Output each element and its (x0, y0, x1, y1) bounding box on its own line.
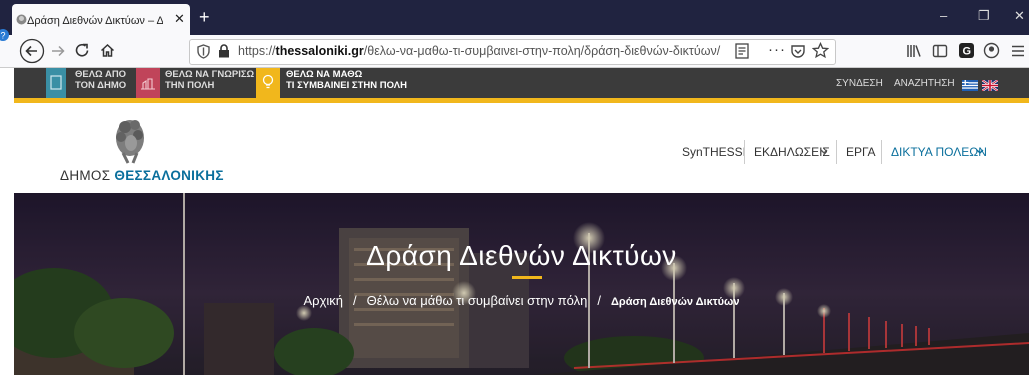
bookmark-star-icon[interactable] (812, 42, 829, 59)
uk-flag-icon[interactable] (982, 80, 998, 91)
menu-divider (881, 140, 882, 164)
title-underline (512, 276, 542, 279)
greek-flag-icon[interactable] (962, 80, 978, 91)
new-tab-button[interactable]: + (199, 7, 210, 28)
chevron-down-icon (820, 149, 828, 154)
breadcrumb: Αρχική / Θέλω να μάθω τι συμβαίνει στην πό… (14, 293, 1029, 308)
tab-title: Δράση Διεθνών Δικτύων – Δήμ (27, 15, 163, 27)
pocket-icon[interactable] (790, 43, 806, 59)
more-icon[interactable]: ··· (768, 41, 786, 58)
breadcrumb-current: Δράση Διεθνών Δικτύων (610, 296, 740, 308)
extension-icon[interactable]: G (958, 42, 975, 59)
library-icon[interactable] (906, 43, 922, 59)
logo-text[interactable]: ΔΗΜΟΣ ΘΕΣΣΑΛΟΝΙΚΗΣ (60, 168, 224, 183)
minimize-icon[interactable]: – (940, 8, 947, 23)
city-icon (141, 78, 155, 90)
menu-item-synthessi[interactable]: SynTHESSI (682, 145, 746, 159)
window-close-icon[interactable]: ✕ (1014, 8, 1025, 24)
chevron-down-icon (976, 149, 984, 154)
strip-link-news[interactable]: ΘΕΛΩ ΝΑ ΜΑΘΩ ΤΙ ΣΥΜΒΑΙΝΕΙ ΣΤΗΝ ΠΟΛΗ (286, 69, 407, 91)
reader-icon[interactable] (735, 43, 749, 59)
breadcrumb-parent[interactable]: Θέλω να μάθω τι συμβαίνει στην πόλη (367, 293, 588, 308)
shield-icon[interactable] (197, 44, 210, 59)
breadcrumb-home[interactable]: Αρχική (304, 293, 344, 308)
sidebar-icon[interactable] (932, 43, 948, 59)
page-title: Δράση Διεθνών Δικτύων (366, 240, 677, 271)
svg-text:G: G (963, 46, 972, 58)
lock-icon[interactable] (218, 44, 230, 58)
menu-item-events[interactable]: ΕΚΔΗΛΩΣΕΙΣ (754, 145, 830, 159)
site-favicon-icon (16, 14, 27, 25)
reload-icon[interactable] (74, 42, 91, 59)
menu-divider (744, 140, 745, 164)
menu-icon[interactable] (1011, 44, 1025, 58)
url-text[interactable]: https://thessaloniki.gr/θελω-να-μαθω-τι-… (238, 44, 720, 58)
menu-item-projects[interactable]: ΕΡΓΑ (846, 145, 876, 159)
hero-banner-image (14, 193, 1029, 375)
lightbulb-icon (262, 74, 274, 89)
help-badge-icon: ? (0, 29, 9, 41)
menu-divider (836, 140, 837, 164)
home-icon[interactable] (99, 42, 116, 59)
tab-close-icon[interactable]: ✕ (174, 11, 185, 27)
back-icon[interactable] (19, 38, 45, 64)
menu-item-city-networks[interactable]: ΔΙΚΤΥΑ ΠΟΛΕΩΝ (891, 145, 987, 159)
breadcrumb-separator: / (597, 293, 601, 308)
page-left-gutter (0, 68, 14, 375)
strip-link-city[interactable]: ΘΕΛΩ ΝΑ ΓΝΩΡΙΣΩ ΤΗΝ ΠΟΛΗ (165, 69, 254, 91)
breadcrumb-separator: / (353, 293, 357, 308)
forward-icon[interactable] (50, 43, 66, 59)
account-icon[interactable] (983, 42, 1000, 59)
login-link[interactable]: ΣΥΝΔΕΣΗ (836, 78, 883, 89)
maximize-icon[interactable]: ❐ (978, 8, 990, 24)
strip-link-citizen[interactable]: ΘΕΛΩ ΑΠΟ ΤΟΝ ΔΗΜΟ (75, 69, 126, 91)
search-link[interactable]: ΑΝΑΖΗΤΗΣΗ (894, 78, 955, 89)
logo-emblem-icon[interactable] (108, 113, 152, 165)
accent-bar (0, 98, 1029, 103)
svg-text:?: ? (1, 31, 6, 41)
document-icon (50, 75, 62, 90)
